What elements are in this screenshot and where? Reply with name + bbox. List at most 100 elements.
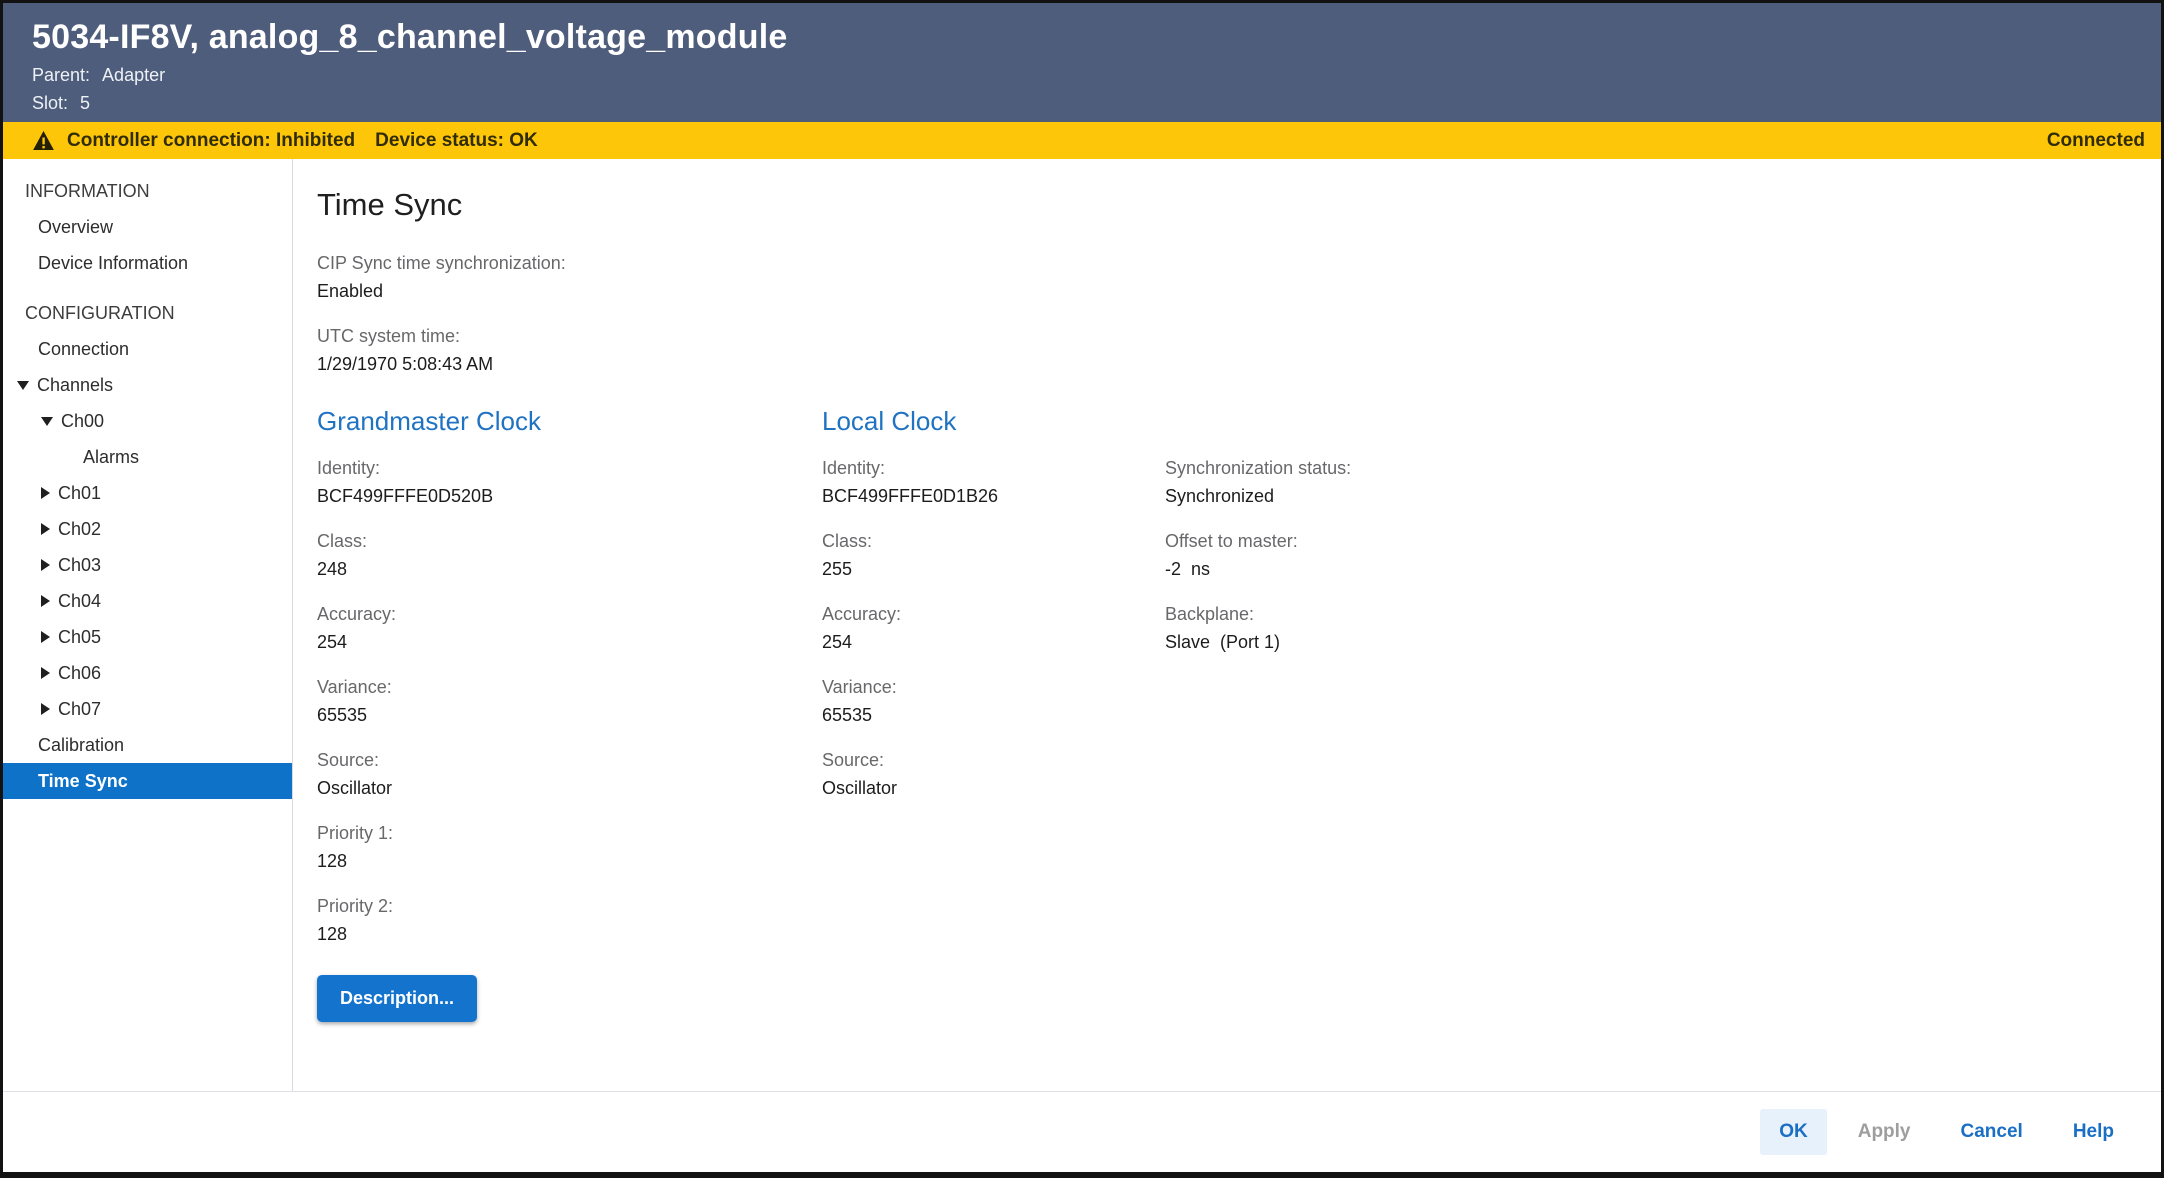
field-label: Class:	[822, 527, 1165, 555]
sidebar-item-ch04[interactable]: Ch04	[3, 583, 292, 619]
field-identity: Identity:BCF499FFFE0D1B26	[822, 454, 1165, 510]
sidebar-item-alarms[interactable]: Alarms	[3, 439, 292, 475]
field-label: Priority 2:	[317, 892, 822, 920]
sidebar-item-ch00[interactable]: Ch00	[3, 403, 292, 439]
description-button[interactable]: Description...	[317, 975, 477, 1022]
parent-value: Adapter	[102, 65, 165, 85]
grandmaster-clock-column: Grandmaster Clock Identity:BCF499FFFE0D5…	[317, 404, 822, 1022]
sidebar-label: Ch03	[58, 555, 101, 576]
sidebar-label: CONFIGURATION	[25, 303, 175, 324]
sidebar-item-ch06[interactable]: Ch06	[3, 655, 292, 691]
field-value: Oscillator	[822, 774, 1165, 802]
expand-arrow-icon[interactable]	[41, 559, 50, 571]
field-label: Identity:	[822, 454, 1165, 482]
apply-button: Apply	[1839, 1109, 1930, 1155]
field-value: -2 ns	[1165, 555, 2131, 583]
field-label: Class:	[317, 527, 822, 555]
expand-arrow-icon[interactable]	[41, 595, 50, 607]
sidebar-item-device-information[interactable]: Device Information	[3, 245, 292, 281]
field-priority-1: Priority 1:128	[317, 819, 822, 875]
status-bar: Controller connection: Inhibited Device …	[3, 122, 2161, 159]
field-priority-2: Priority 2:128	[317, 892, 822, 948]
clock-columns: Grandmaster Clock Identity:BCF499FFFE0D5…	[317, 404, 2131, 1022]
body-row: INFORMATION Overview Device Information CON…	[3, 159, 2161, 1091]
cancel-button[interactable]: Cancel	[1942, 1109, 2042, 1155]
slot-label: Slot:	[32, 93, 68, 113]
field-backplane: Backplane:Slave (Port 1)	[1165, 600, 2131, 656]
field-label: Synchronization status:	[1165, 454, 2131, 482]
sidebar-label: Ch02	[58, 519, 101, 540]
section-title: Time Sync	[317, 184, 2131, 226]
field-source: Source:Oscillator	[822, 746, 1165, 802]
sidebar-item-ch01[interactable]: Ch01	[3, 475, 292, 511]
field-accuracy: Accuracy:254	[822, 600, 1165, 656]
grandmaster-clock-heading: Grandmaster Clock	[317, 404, 822, 438]
field-source: Source:Oscillator	[317, 746, 822, 802]
sidebar-label: Ch04	[58, 591, 101, 612]
title-bar: 5034-IF8V, analog_8_channel_voltage_modu…	[3, 3, 2161, 122]
field-value: 65535	[822, 701, 1165, 729]
device-properties-window: 5034-IF8V, analog_8_channel_voltage_modu…	[0, 0, 2164, 1178]
sidebar-item-channels[interactable]: Channels	[3, 367, 292, 403]
sidebar-label: Alarms	[83, 447, 139, 468]
field-label: Accuracy:	[822, 600, 1165, 628]
field-value: 254	[822, 628, 1165, 656]
sidebar-label: Ch05	[58, 627, 101, 648]
warning-triangle-icon	[33, 131, 54, 150]
sidebar-section-configuration: CONFIGURATION	[3, 295, 292, 331]
collapse-arrow-icon[interactable]	[41, 417, 53, 426]
sidebar-item-calibration[interactable]: Calibration	[3, 727, 292, 763]
field-value: 1/29/1970 5:08:43 AM	[317, 350, 2131, 378]
sidebar-item-connection[interactable]: Connection	[3, 331, 292, 367]
navigation-sidebar: INFORMATION Overview Device Information CON…	[3, 159, 293, 1091]
field-value: 254	[317, 628, 822, 656]
field-value: 65535	[317, 701, 822, 729]
device-status: Device status: OK	[375, 130, 538, 152]
collapse-arrow-icon[interactable]	[17, 381, 29, 390]
sidebar-label: INFORMATION	[25, 181, 150, 202]
slot-row: Slot: 5	[32, 93, 2131, 113]
expand-arrow-icon[interactable]	[41, 703, 50, 715]
field-accuracy: Accuracy:254	[317, 600, 822, 656]
parent-row: Parent: Adapter	[32, 65, 2131, 85]
sidebar-item-ch03[interactable]: Ch03	[3, 547, 292, 583]
sidebar-label: Ch06	[58, 663, 101, 684]
sidebar-item-ch05[interactable]: Ch05	[3, 619, 292, 655]
help-button[interactable]: Help	[2054, 1109, 2133, 1155]
expand-arrow-icon[interactable]	[41, 487, 50, 499]
expand-arrow-icon[interactable]	[41, 631, 50, 643]
sidebar-label: Device Information	[38, 253, 188, 274]
field-label: Backplane:	[1165, 600, 2131, 628]
field-label: Offset to master:	[1165, 527, 2131, 555]
field-label: Source:	[822, 746, 1165, 774]
grandmaster-clock-fields: Identity:BCF499FFFE0D520BClass:248Accura…	[317, 454, 822, 948]
field-value: Synchronized	[1165, 482, 2131, 510]
field-value: 128	[317, 847, 822, 875]
sidebar-label: Overview	[38, 217, 113, 238]
sidebar-item-time-sync[interactable]: Time Sync	[3, 763, 292, 799]
sidebar-item-overview[interactable]: Overview	[3, 209, 292, 245]
slot-value: 5	[80, 93, 90, 113]
main-content: Time Sync CIP Sync time synchronization:…	[293, 159, 2161, 1091]
sidebar-label: Connection	[38, 339, 129, 360]
parent-label: Parent:	[32, 65, 90, 85]
field-label: Accuracy:	[317, 600, 822, 628]
sidebar-label: Ch00	[61, 411, 104, 432]
field-value: BCF499FFFE0D1B26	[822, 482, 1165, 510]
sidebar-item-ch07[interactable]: Ch07	[3, 691, 292, 727]
local-clock-column: Local Clock Identity:BCF499FFFE0D1B26Cla…	[822, 404, 1165, 1022]
field-variance: Variance:65535	[822, 673, 1165, 729]
expand-arrow-icon[interactable]	[41, 667, 50, 679]
sidebar-label: Channels	[37, 375, 113, 396]
local-clock-fields: Identity:BCF499FFFE0D1B26Class:255Accura…	[822, 454, 1165, 802]
field-label: Priority 1:	[317, 819, 822, 847]
field-label: CIP Sync time synchronization:	[317, 249, 2131, 277]
sidebar-label: Ch01	[58, 483, 101, 504]
sidebar-label: Ch07	[58, 699, 101, 720]
sidebar-item-ch02[interactable]: Ch02	[3, 511, 292, 547]
ok-button[interactable]: OK	[1760, 1109, 1827, 1155]
sidebar-label: Calibration	[38, 735, 124, 756]
expand-arrow-icon[interactable]	[41, 523, 50, 535]
sidebar-section-information: INFORMATION	[3, 173, 292, 209]
field-label: UTC system time:	[317, 322, 2131, 350]
